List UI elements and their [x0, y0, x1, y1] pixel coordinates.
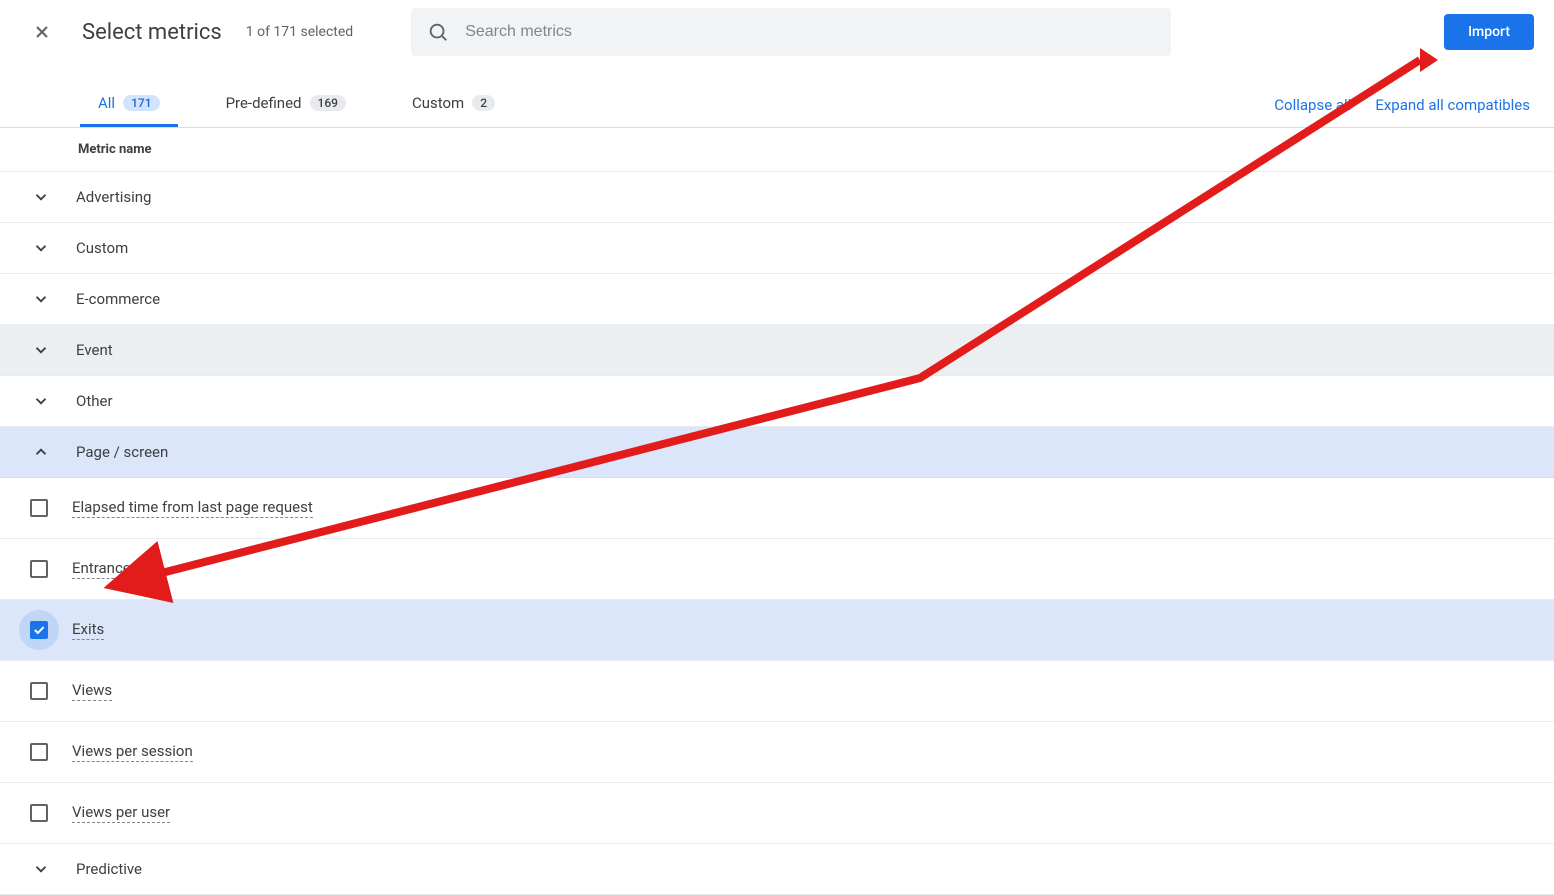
metric-label: Exits: [72, 620, 104, 640]
search-icon: [427, 21, 449, 43]
chevron-down-icon: [30, 858, 52, 880]
search-input[interactable]: [465, 23, 1155, 41]
checkbox[interactable]: [30, 621, 48, 639]
collapse-all-button[interactable]: Collapse all: [1274, 96, 1351, 114]
metric-label: Views per user: [72, 803, 170, 823]
dialog-header: Select metrics 1 of 171 selected Import: [0, 0, 1554, 64]
group-label: E-commerce: [76, 290, 160, 308]
checkbox-container: [19, 610, 59, 650]
tab-actions: Collapse all Expand all compatibles: [1274, 96, 1534, 114]
chevron-down-icon: [30, 390, 52, 412]
group-predictive[interactable]: Predictive: [0, 844, 1554, 895]
group-label: Other: [76, 392, 113, 410]
import-button[interactable]: Import: [1444, 14, 1534, 50]
checkbox-container: [19, 549, 59, 589]
metric-label: Views per session: [72, 742, 193, 762]
metric-label: Views: [72, 681, 112, 701]
metric-label: Entrances: [72, 559, 139, 579]
tab-predefined[interactable]: Pre-defined 169: [208, 82, 364, 127]
group-advertising[interactable]: Advertising: [0, 172, 1554, 223]
checkbox[interactable]: [30, 804, 48, 822]
metric-row-views[interactable]: Views: [0, 661, 1554, 722]
chevron-down-icon: [30, 186, 52, 208]
group-label: Page / screen: [76, 443, 168, 461]
chevron-down-icon: [30, 339, 52, 361]
checkbox-container: [19, 732, 59, 772]
checkbox-container: [19, 671, 59, 711]
tab-custom[interactable]: Custom 2: [394, 82, 513, 127]
chevron-up-icon: [30, 441, 52, 463]
chevron-down-icon: [30, 288, 52, 310]
group-page-screen[interactable]: Page / screen: [0, 427, 1554, 478]
close-button[interactable]: [30, 20, 54, 44]
checkbox-container: [19, 488, 59, 528]
metric-row-elapsed[interactable]: Elapsed time from last page request: [0, 478, 1554, 539]
metric-row-views-per-user[interactable]: Views per user: [0, 783, 1554, 844]
checkbox[interactable]: [30, 743, 48, 761]
tab-bar: All 171 Pre-defined 169 Custom 2 Collaps…: [0, 82, 1554, 128]
group-label: Event: [76, 341, 113, 359]
group-custom[interactable]: Custom: [0, 223, 1554, 274]
tab-label: All: [98, 94, 115, 112]
tab-badge: 2: [472, 95, 495, 111]
tab-label: Pre-defined: [226, 94, 302, 112]
checkbox[interactable]: [30, 560, 48, 578]
metric-row-views-per-session[interactable]: Views per session: [0, 722, 1554, 783]
group-ecommerce[interactable]: E-commerce: [0, 274, 1554, 325]
tab-all[interactable]: All 171: [80, 82, 178, 127]
selection-count: 1 of 171 selected: [246, 24, 353, 40]
group-other[interactable]: Other: [0, 376, 1554, 427]
group-label: Custom: [76, 239, 128, 257]
dialog-title: Select metrics: [82, 20, 222, 45]
checkbox-container: [19, 793, 59, 833]
tab-badge: 171: [123, 95, 159, 111]
close-icon: [32, 22, 52, 42]
checkbox[interactable]: [30, 499, 48, 517]
metric-row-entrances[interactable]: Entrances: [0, 539, 1554, 600]
chevron-down-icon: [30, 237, 52, 259]
group-event[interactable]: Event: [0, 325, 1554, 376]
checkbox[interactable]: [30, 682, 48, 700]
expand-all-button[interactable]: Expand all compatibles: [1375, 96, 1530, 114]
metric-row-exits[interactable]: Exits: [0, 600, 1554, 661]
check-icon: [32, 623, 46, 637]
group-label: Predictive: [76, 860, 142, 878]
group-label: Advertising: [76, 188, 151, 206]
search-container: [411, 8, 1171, 56]
tab-badge: 169: [310, 95, 346, 111]
column-header-name: Metric name: [0, 128, 1554, 172]
metric-label: Elapsed time from last page request: [72, 498, 313, 518]
tab-label: Custom: [412, 94, 464, 112]
